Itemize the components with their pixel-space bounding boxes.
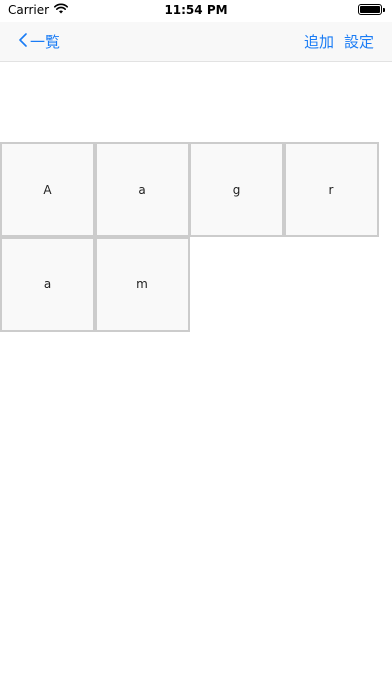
add-button[interactable]: 追加 (304, 31, 334, 52)
settings-button[interactable]: 設定 (344, 31, 374, 52)
back-label: 一覧 (30, 33, 61, 51)
status-time: 11:54 PM (164, 3, 228, 17)
status-bar: Carrier 11:54 PM (0, 0, 392, 22)
battery-level (360, 6, 380, 13)
grid-cell[interactable]: a (94, 142, 190, 237)
back-button[interactable]: 一覧 (18, 31, 60, 52)
grid-cell[interactable]: r (283, 142, 379, 237)
battery-cap (383, 8, 385, 12)
battery-icon (358, 4, 385, 15)
grid-cell[interactable]: m (94, 236, 190, 332)
grid-cell[interactable]: A (0, 142, 95, 237)
nav-right-buttons: 追加 設定 (304, 31, 374, 52)
navigation-bar: 一覧 追加 設定 (0, 22, 392, 62)
chevron-left-icon (18, 32, 28, 51)
grid-cell[interactable]: g (189, 142, 284, 237)
grid-cell[interactable]: a (0, 236, 95, 332)
status-right (358, 4, 385, 15)
